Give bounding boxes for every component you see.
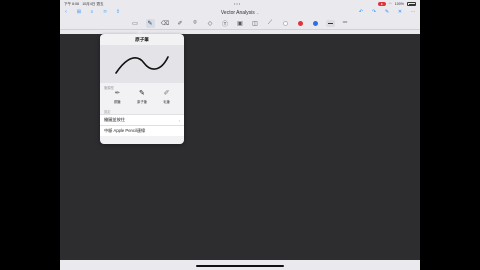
pen-icon: ✎ [147, 20, 153, 27]
pen-type-section-label: 筆類型 [104, 86, 114, 90]
color-swatch [312, 20, 318, 26]
color-red[interactable] [296, 19, 305, 28]
camera-icon[interactable]: ◫ [251, 19, 260, 28]
stroke-preview [100, 45, 184, 83]
screen-recording-badge[interactable]: ● [377, 1, 386, 7]
draw-and-hold-row[interactable]: 繪圖並按住 › [100, 114, 184, 125]
highlighter-icon[interactable]: ✐ [176, 19, 185, 28]
shapes-icon[interactable]: ◇ [206, 19, 215, 28]
stroke-preview-curve [115, 56, 169, 74]
disconnect-pencil-row[interactable]: 中斷 Apple Pencil連線 [100, 125, 184, 136]
brush-pen-icon: ✐ [163, 90, 170, 97]
pen-type-ballpoint[interactable]: ✎ 原子筆 [137, 90, 147, 106]
battery-percent: 100% [394, 2, 404, 6]
color-swatch [282, 20, 288, 26]
pen-type-list: ✒ 鋼筆 ✎ 原子筆 ✐ 毛筆 [100, 90, 184, 106]
pen-type-label: 鋼筆 [114, 100, 121, 104]
color-black[interactable] [281, 19, 290, 28]
nav-bar: ‹ ⊞ ⌕ ⌑ ⇪ Vector Analysis ⌄ ↶ ↷ ✎ ✕ ⋯ [60, 8, 420, 17]
row-label: 繪圖並按住 [104, 117, 125, 122]
redo-icon[interactable]: ↷ [371, 9, 377, 15]
pen-type-brush[interactable]: ✐ 毛筆 [163, 90, 170, 106]
lasso-icon[interactable]: ⌾ [191, 19, 200, 28]
more-icon[interactable]: ⋯ [410, 9, 416, 15]
pen-settings-popover: 原子筆 筆類型 ✒ 鋼筆 ✎ 原子筆 ✐ 毛筆 設定 繪圖並按住 › 中斷 Ap… [100, 34, 184, 144]
pen-tool[interactable]: ✎ [145, 18, 155, 28]
row-label: 中斷 Apple Pencil連線 [104, 128, 146, 133]
multitask-dots[interactable]: ••• [234, 1, 241, 6]
undo-icon[interactable]: ↶ [358, 9, 364, 15]
pen-type-fountain[interactable]: ✒ 鋼筆 [114, 90, 121, 106]
eraser-icon[interactable]: ⌫ [161, 19, 170, 28]
document-title-text: Vector Analysis [220, 10, 255, 16]
read-mode-icon[interactable]: ▭ [131, 19, 140, 28]
color-swatch [297, 20, 303, 26]
tool-bar: ▭ ✎ ⌫ ✐ ⌾ ◇ Ⓣ ▣ ◫ ⟋ ═ [60, 17, 420, 30]
text-icon[interactable]: Ⓣ [221, 19, 230, 28]
status-time: 下午 6:06 [64, 1, 80, 6]
chevron-right-icon: › [178, 117, 180, 123]
image-icon[interactable]: ▣ [236, 19, 245, 28]
color-blue[interactable] [311, 19, 320, 28]
wifi-icon: ◠ [388, 2, 392, 6]
pen-type-label: 毛筆 [163, 100, 170, 104]
laser-icon[interactable]: ⟋ [266, 19, 275, 28]
home-indicator[interactable] [196, 265, 284, 267]
ballpoint-pen-icon: ✎ [139, 90, 145, 97]
close-icon[interactable]: ✕ [397, 9, 403, 15]
stroke-size-line [327, 22, 333, 24]
stroke-size-thick[interactable]: ═ [341, 19, 350, 28]
pen-type-label: 原子筆 [137, 100, 147, 104]
popover-title: 原子筆 [135, 37, 149, 42]
chevron-down-icon: ⌄ [256, 11, 260, 15]
stroke-size-button[interactable] [325, 19, 335, 27]
pen-icon[interactable]: ✎ [384, 9, 390, 15]
battery-icon [407, 2, 416, 6]
status-date: 10月4日 週五 [82, 1, 104, 6]
fountain-pen-icon: ✒ [114, 90, 121, 97]
home-area [60, 260, 420, 270]
